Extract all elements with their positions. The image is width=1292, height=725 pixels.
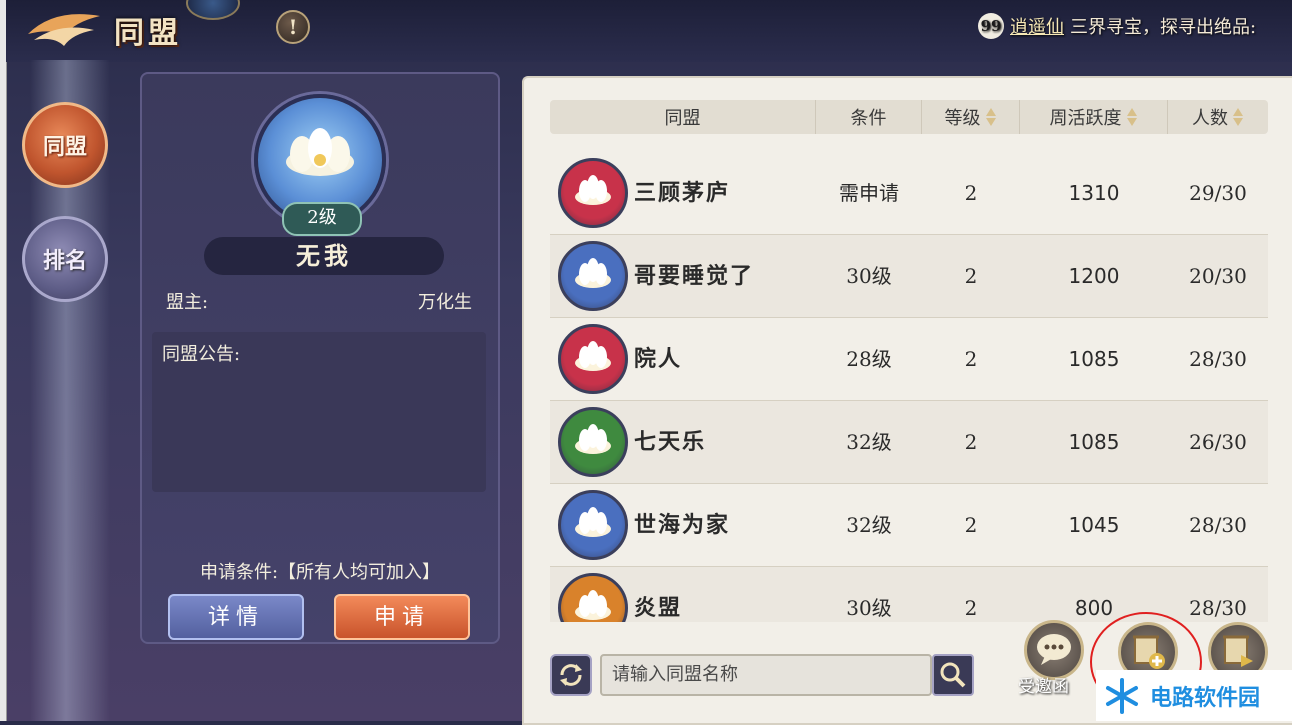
notice-label: 同盟公告: [162,344,241,365]
search-button[interactable] [932,654,974,696]
notice-box: 同盟公告: [152,332,486,492]
page-title: 同盟 [114,16,182,51]
condition-cell: 30级 [846,596,892,620]
level-cell: 2 [964,430,978,454]
members-cell: 20/30 [1189,264,1247,288]
alliance-name-cell: 七天乐 [634,429,707,455]
condition-cell: 28级 [846,347,892,371]
alliance-emblem-icon [558,490,628,560]
alliance-level-badge: 2级 [282,202,362,236]
search-input[interactable]: 请输入同盟名称 [600,654,932,696]
condition-cell: 32级 [846,430,892,454]
leader-label: 盟主: [166,292,209,313]
level-cell: 2 [964,264,978,288]
alliance-emblem-icon [558,407,628,477]
invitation-label: 受邀函 [1018,677,1069,697]
nav-alliance-tab[interactable]: 同盟 [22,102,108,188]
vip-badge: 99 [978,13,1004,39]
alliance-emblem-icon [558,573,628,622]
detail-button[interactable]: 详情 [168,594,304,640]
search-bar: 请输入同盟名称 [550,652,974,696]
table-row[interactable]: 七天乐 32级 2 1085 26/30 [550,401,1268,484]
alliance-emblem-icon [558,158,628,228]
alliance-emblem-icon [558,324,628,394]
activity-cell: 1085 [1068,347,1120,371]
table-header: 同盟 条件 等级 周活跃度 人数 [550,100,1268,134]
desktop-edge [0,0,7,721]
sort-icon[interactable] [985,107,997,127]
activity-cell: 1200 [1068,264,1120,288]
alliance-emblem-icon [558,241,628,311]
alliance-info-panel: 2级 无我 盟主: 万化生 同盟公告: 申请条件:【所有人均可加入】 详情 申请 [140,72,500,644]
table-row[interactable]: 三顾茅庐 需申请 2 1310 29/30 [550,152,1268,235]
star-logo-icon [1106,677,1138,714]
alliance-name-cell: 院人 [634,346,683,372]
watermark-text: 电路软件园 [1150,685,1261,711]
gear-icon[interactable] [186,0,240,20]
chat-bubble-icon [1037,634,1071,665]
leader-row: 盟主: 万化生 [166,288,472,314]
activity-cell: 1085 [1068,430,1120,454]
join-condition: 申请条件:【所有人均可加入】 [199,562,441,583]
ticker-message: 三界寻宝，探寻出绝品: [1070,17,1257,38]
alliance-rows: 三顾茅庐 需申请 2 1310 29/30 哥要睡觉了 30级 2 1200 2… [550,152,1268,622]
members-cell: 29/30 [1189,181,1247,205]
ticker-player-name[interactable]: 逍遥仙 [1010,13,1064,39]
members-cell: 28/30 [1189,596,1247,620]
alliance-name-cell: 世海为家 [634,512,731,538]
lotus-icon [286,128,354,176]
level-cell: 2 [964,181,978,205]
sort-icon[interactable] [1232,107,1244,127]
announcement-ticker: 99 逍遥仙 三界寻宝，探寻出绝品: [978,12,1256,40]
activity-cell: 1310 [1068,181,1120,205]
alliance-name: 无我 [204,237,444,275]
activity-cell: 1045 [1068,513,1120,537]
table-row[interactable]: 哥要睡觉了 30级 2 1200 20/30 [550,235,1268,318]
col-header-level[interactable]: 等级 [922,100,1020,134]
level-cell: 2 [964,347,978,371]
search-icon [940,662,966,688]
watermark: 电路软件园 [1096,670,1292,721]
alliance-name-cell: 三顾茅庐 [634,180,731,206]
top-bar: 同盟 ! 99 逍遥仙 三界寻宝，探寻出绝品: [6,0,1292,62]
invitation-button[interactable] [1024,620,1084,680]
alliance-name-cell: 炎盟 [634,595,683,621]
condition-cell: 32级 [846,513,892,537]
refresh-icon [560,664,582,686]
leader-name: 万化生 [418,292,472,313]
sort-icon[interactable] [1126,107,1138,127]
col-header-condition: 条件 [816,100,922,134]
col-header-alliance: 同盟 [550,100,816,134]
wing-emblem-icon [28,14,100,46]
help-button[interactable]: ! [276,10,310,44]
table-row[interactable]: 院人 28级 2 1085 28/30 [550,318,1268,401]
members-cell: 26/30 [1189,430,1247,454]
nav-ranking-tab[interactable]: 排名 [22,216,108,302]
refresh-button[interactable] [550,654,592,696]
apply-button[interactable]: 申请 [334,594,470,640]
table-row[interactable]: 世海为家 32级 2 1045 28/30 [550,484,1268,567]
col-header-activity[interactable]: 周活跃度 [1020,100,1168,134]
alliance-name-cell: 哥要睡觉了 [634,263,755,289]
col-header-members[interactable]: 人数 [1168,100,1268,134]
level-cell: 2 [964,596,978,620]
level-cell: 2 [964,513,978,537]
members-cell: 28/30 [1189,347,1247,371]
members-cell: 28/30 [1189,513,1247,537]
condition-cell: 需申请 [839,181,899,205]
condition-cell: 30级 [846,264,892,288]
